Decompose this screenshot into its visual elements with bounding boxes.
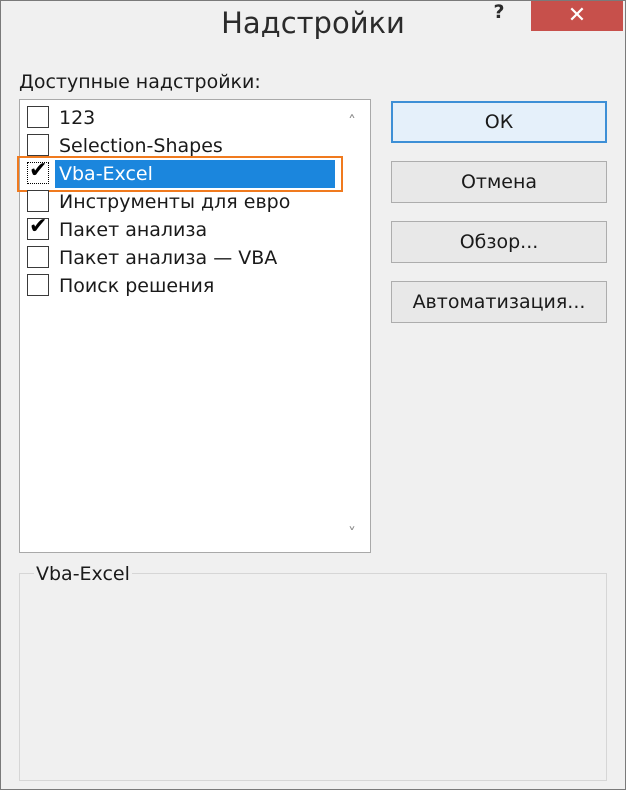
list-item[interactable]: Поиск решения: [25, 272, 335, 300]
list-item[interactable]: Инструменты для евро: [25, 188, 335, 216]
close-button[interactable]: ✕: [531, 1, 623, 31]
add-ins-dialog: Надстройки ? ✕ Доступные надстройки: 123…: [0, 0, 626, 790]
help-button[interactable]: ?: [479, 1, 519, 27]
browse-button[interactable]: Обзор...: [391, 221, 607, 263]
list-item-label: Пакет анализа — VBA: [59, 247, 278, 269]
addins-list[interactable]: 123 Selection-Shapes ✔ Vba-Excel Инструм…: [17, 99, 371, 553]
list-item-label: Поиск решения: [59, 275, 215, 297]
list-item-selected[interactable]: ✔ Vba-Excel: [17, 156, 343, 192]
list-item-label: 123: [59, 107, 96, 129]
description-title: Vba-Excel: [34, 562, 132, 586]
list-item-label: Selection-Shapes: [59, 135, 223, 157]
list-item-label: Инструменты для евро: [59, 191, 291, 213]
checkbox[interactable]: [27, 190, 49, 212]
check-icon: ✔: [29, 158, 48, 183]
checkbox[interactable]: ✔: [27, 214, 49, 240]
list-item-label: Vba-Excel: [55, 160, 335, 188]
description-group: Vba-Excel: [19, 562, 607, 781]
checkbox[interactable]: [27, 274, 49, 296]
list-item[interactable]: 123: [25, 104, 335, 132]
scroll-down-icon[interactable]: ˅: [340, 524, 364, 544]
checkbox[interactable]: [27, 106, 49, 128]
check-icon: ✔: [29, 214, 48, 239]
checkbox[interactable]: ✔: [27, 158, 49, 184]
cancel-button[interactable]: Отмена: [391, 161, 607, 203]
ok-button[interactable]: ОК: [391, 101, 607, 143]
scroll-up-icon[interactable]: ˄: [340, 112, 364, 132]
list-item[interactable]: ✔ Пакет анализа: [25, 214, 335, 244]
list-item[interactable]: Selection-Shapes: [25, 132, 335, 160]
available-addins-label: Доступные надстройки:: [19, 71, 261, 93]
checkbox[interactable]: [27, 134, 49, 156]
checkbox[interactable]: [27, 246, 49, 268]
list-item-label: Пакет анализа: [59, 219, 208, 241]
title-bar: Надстройки ? ✕: [1, 1, 625, 51]
list-item[interactable]: Пакет анализа — VBA: [25, 244, 335, 272]
automation-button[interactable]: Автоматизация...: [391, 281, 607, 323]
